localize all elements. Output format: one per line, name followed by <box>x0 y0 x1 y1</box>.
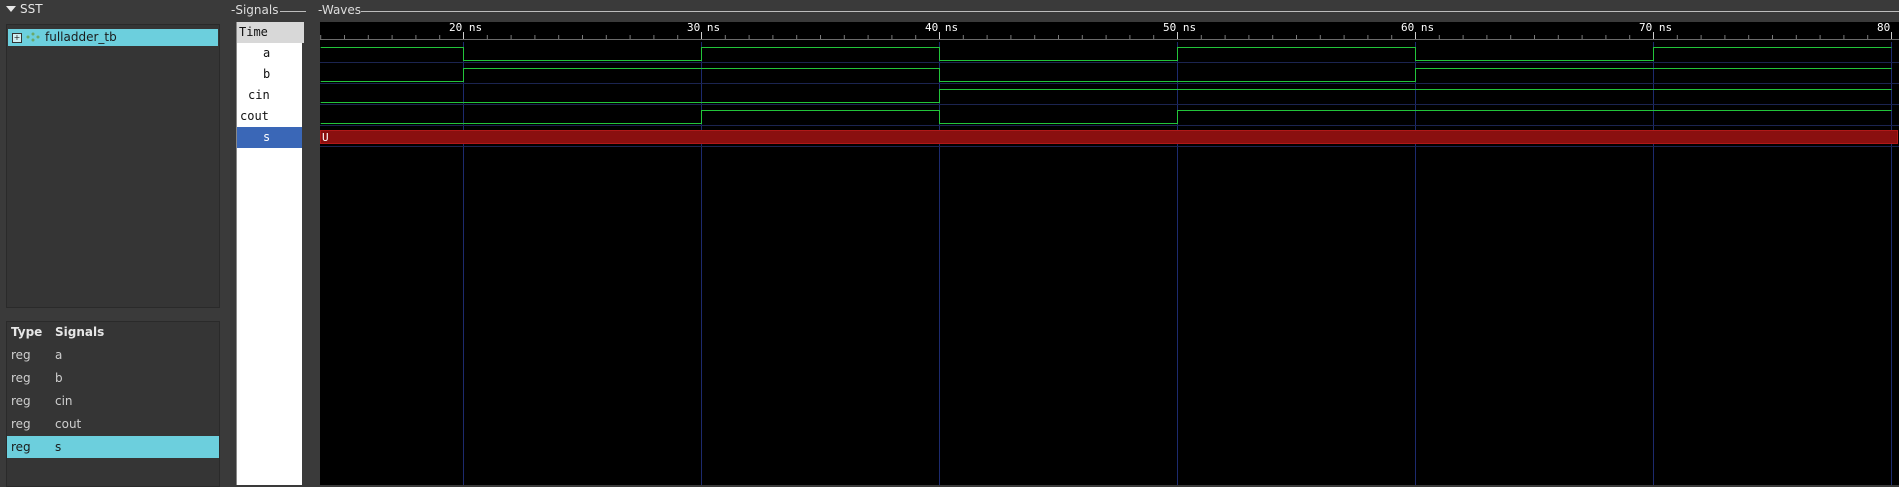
table-header: Type Signals <box>7 322 219 342</box>
table-row[interactable]: reg a <box>7 344 219 366</box>
time-label: 40 ns <box>925 22 958 34</box>
waveform-canvas[interactable]: 20 ns 30 ns 40 ns 50 ns 60 ns 70 ns 80 U <box>320 22 1899 485</box>
module-icon <box>26 32 40 42</box>
expand-icon[interactable]: + <box>12 33 22 43</box>
time-label: 30 ns <box>687 22 720 34</box>
tree-item-label: fulladder_tb <box>45 30 117 44</box>
sst-title: SST <box>20 2 43 16</box>
time-label: 70 ns <box>1639 22 1672 34</box>
row-signal: b <box>55 371 63 385</box>
row-type: reg <box>11 371 31 385</box>
table-row[interactable]: reg cout <box>7 413 219 435</box>
table-row-selected[interactable]: reg s <box>7 436 219 458</box>
column-type-header: Type <box>11 325 43 339</box>
time-label: 60 ns <box>1401 22 1434 34</box>
divider <box>361 11 1899 12</box>
tree-item-fulladder-tb[interactable]: + fulladder_tb <box>8 29 218 46</box>
time-label: 50 ns <box>1163 22 1196 34</box>
time-label: 80 <box>1877 22 1890 34</box>
time-header: Time <box>237 22 304 43</box>
hierarchy-tree[interactable]: + fulladder_tb <box>6 24 220 308</box>
waves-pane[interactable]: 20 ns 30 ns 40 ns 50 ns 60 ns 70 ns 80 U <box>320 22 1899 485</box>
collapse-triangle-icon[interactable] <box>6 6 16 12</box>
row-type: reg <box>11 417 31 431</box>
table-row[interactable]: reg cin <box>7 390 219 412</box>
column-signals-header: Signals <box>55 325 105 339</box>
signals-pane-title: -Signals <box>231 3 279 17</box>
signal-type-table[interactable]: Type Signals reg a reg b reg cin reg cou… <box>6 321 220 487</box>
row-signal: cout <box>55 417 82 431</box>
signals-pane[interactable]: Time a b cin cout s <box>236 22 304 485</box>
signal-b[interactable]: b <box>237 64 302 85</box>
waveform-cin <box>320 89 1892 103</box>
row-signal: s <box>55 440 62 454</box>
row-type: reg <box>11 348 31 362</box>
waveform-s-value: U <box>322 131 329 144</box>
row-type: reg <box>11 440 31 454</box>
row-signal: a <box>55 348 63 362</box>
waveform-cout <box>320 110 1892 124</box>
row-signal: cin <box>55 394 73 408</box>
signal-a[interactable]: a <box>237 43 302 64</box>
time-label: 20 ns <box>449 22 482 34</box>
divider <box>280 11 306 12</box>
waveform-a <box>320 47 1892 61</box>
row-type: reg <box>11 394 31 408</box>
signal-s[interactable]: s <box>237 127 302 148</box>
signal-cin[interactable]: cin <box>237 85 302 106</box>
waveform-b <box>320 68 1892 82</box>
table-row[interactable]: reg b <box>7 367 219 389</box>
signal-cout[interactable]: cout <box>237 106 302 127</box>
waveform-s-undefined <box>320 130 1898 144</box>
waves-pane-title: -Waves <box>318 3 362 17</box>
sst-header[interactable]: SST <box>4 2 220 20</box>
